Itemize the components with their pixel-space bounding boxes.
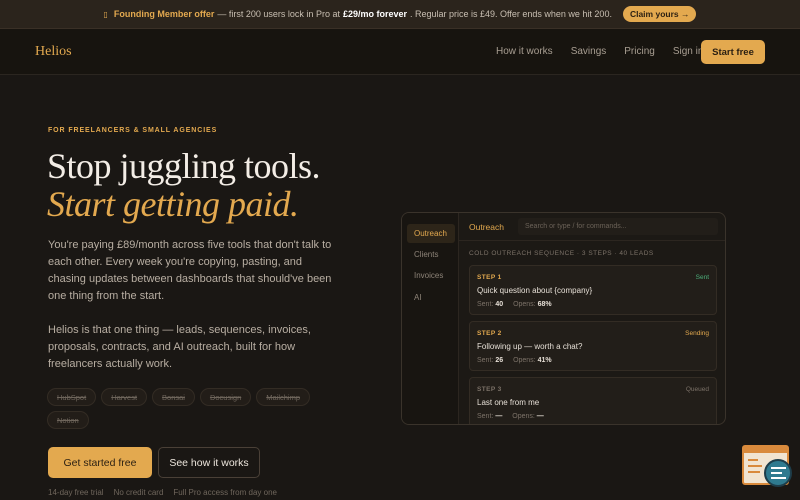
fineprint-item: Full Pro access from day one — [173, 488, 277, 497]
sidebar-item-invoices[interactable]: Invoices — [407, 266, 455, 285]
promo-banner: ▯ Founding Member offer — first 200 user… — [0, 0, 800, 29]
step-number: STEP 1 — [477, 274, 502, 281]
fineprint-item: No credit card — [113, 488, 164, 497]
step-stats: Sent: — Opens: — — [477, 413, 552, 420]
nav-link-sign-in[interactable]: Sign in — [673, 46, 704, 57]
sequence-step[interactable]: STEP 2 Sending Following up — worth a ch… — [469, 321, 717, 371]
banner-text-a: — first 200 users lock in Pro at — [217, 9, 340, 19]
chat-bubble-icon — [764, 459, 792, 487]
nav-link-how-it-works[interactable]: How it works — [496, 46, 553, 57]
opens-value: 41% — [537, 357, 552, 364]
sidebar-item-outreach[interactable]: Outreach — [407, 224, 455, 243]
banner-price: £29/mo forever — [342, 9, 407, 19]
hero-eyebrow: FOR FREELANCERS & SMALL AGENCIES — [48, 127, 218, 134]
logo[interactable]: Helios — [35, 44, 72, 60]
app-sidebar: Outreach Clients Invoices AI — [402, 213, 459, 424]
fineprint-item: 14-day free trial — [48, 488, 104, 497]
sent-label: Sent: — [477, 413, 494, 420]
opens-label: Opens: — [512, 413, 535, 420]
app-preview: Outreach Clients Invoices AI Outreach Se… — [401, 212, 726, 425]
step-subject: Following up — worth a chat? — [477, 342, 583, 351]
replaced-tools: HubSpot Harvest Bonsai Docusign Mailchim… — [47, 388, 317, 429]
sent-value: 40 — [495, 301, 504, 308]
step-stats: Sent: 26 Opens: 41% — [477, 357, 560, 364]
nav-link-savings[interactable]: Savings — [571, 46, 607, 57]
hero-paragraph-2: Helios is that one thing — leads, sequen… — [48, 324, 311, 370]
sent-value: — — [495, 413, 503, 420]
nav-links: How it works Savings Pricing Sign in — [496, 46, 721, 57]
nav-link-pricing[interactable]: Pricing — [624, 46, 655, 57]
status-badge: Queued — [685, 386, 709, 393]
banner-text-b: . Regular price is £49. Offer ends when … — [410, 9, 612, 19]
step-number: STEP 3 — [477, 386, 502, 393]
sent-value: 26 — [495, 357, 504, 364]
tool-chip: Bonsai — [152, 388, 195, 406]
tool-chip: Notion — [47, 411, 89, 429]
app-header: Outreach Search or type / for commands..… — [459, 213, 725, 241]
step-number: STEP 2 — [477, 330, 502, 337]
opens-value: 68% — [537, 301, 552, 308]
status-badge: Sending — [685, 330, 709, 337]
status-badge: Sent — [695, 274, 709, 281]
app-title: Outreach — [469, 222, 504, 232]
hero-headline-2: Start getting paid. — [47, 184, 299, 224]
tool-chip: Harvest — [101, 388, 148, 406]
sent-label: Sent: — [477, 301, 494, 308]
banner-lead: Founding Member offer — [113, 9, 215, 19]
hero-headline-1: Stop juggling tools. — [47, 146, 321, 186]
tool-chip: Docusign — [199, 388, 252, 406]
tool-chip: Mailchimp — [256, 388, 311, 406]
hero-paragraph-1: You're paying £89/month across five tool… — [48, 239, 332, 302]
sequence-step[interactable]: STEP 1 Sent Quick question about {compan… — [469, 265, 717, 315]
opens-label: Opens: — [513, 357, 536, 364]
start-free-button[interactable]: Start free — [701, 40, 765, 64]
flag-icon: ▯ — [103, 9, 108, 19]
step-subject: Quick question about {company} — [477, 286, 593, 295]
sequence-label: COLD OUTREACH SEQUENCE · 3 STEPS · 40 LE… — [469, 250, 654, 257]
sent-label: Sent: — [477, 357, 494, 364]
help-widget-icon[interactable] — [742, 445, 792, 487]
sidebar-item-clients[interactable]: Clients — [407, 245, 455, 264]
opens-label: Opens: — [513, 301, 536, 308]
top-nav: Helios How it works Savings Pricing Sign… — [0, 29, 800, 75]
claim-button[interactable]: Claim yours → — [622, 6, 697, 22]
opens-value: — — [536, 413, 544, 420]
command-search-input[interactable]: Search or type / for commands... — [518, 218, 718, 235]
see-how-it-works-button[interactable]: See how it works — [158, 447, 260, 478]
get-started-button[interactable]: Get started free — [48, 447, 152, 478]
fineprint: 14-day free trial No credit card Full Pr… — [48, 488, 277, 497]
step-stats: Sent: 40 Opens: 68% — [477, 301, 560, 308]
sequence-step[interactable]: STEP 3 Queued Last one from me Sent: — O… — [469, 377, 717, 424]
sidebar-item-ai[interactable]: AI — [407, 288, 455, 307]
tool-chip: HubSpot — [47, 388, 97, 406]
step-subject: Last one from me — [477, 398, 540, 407]
